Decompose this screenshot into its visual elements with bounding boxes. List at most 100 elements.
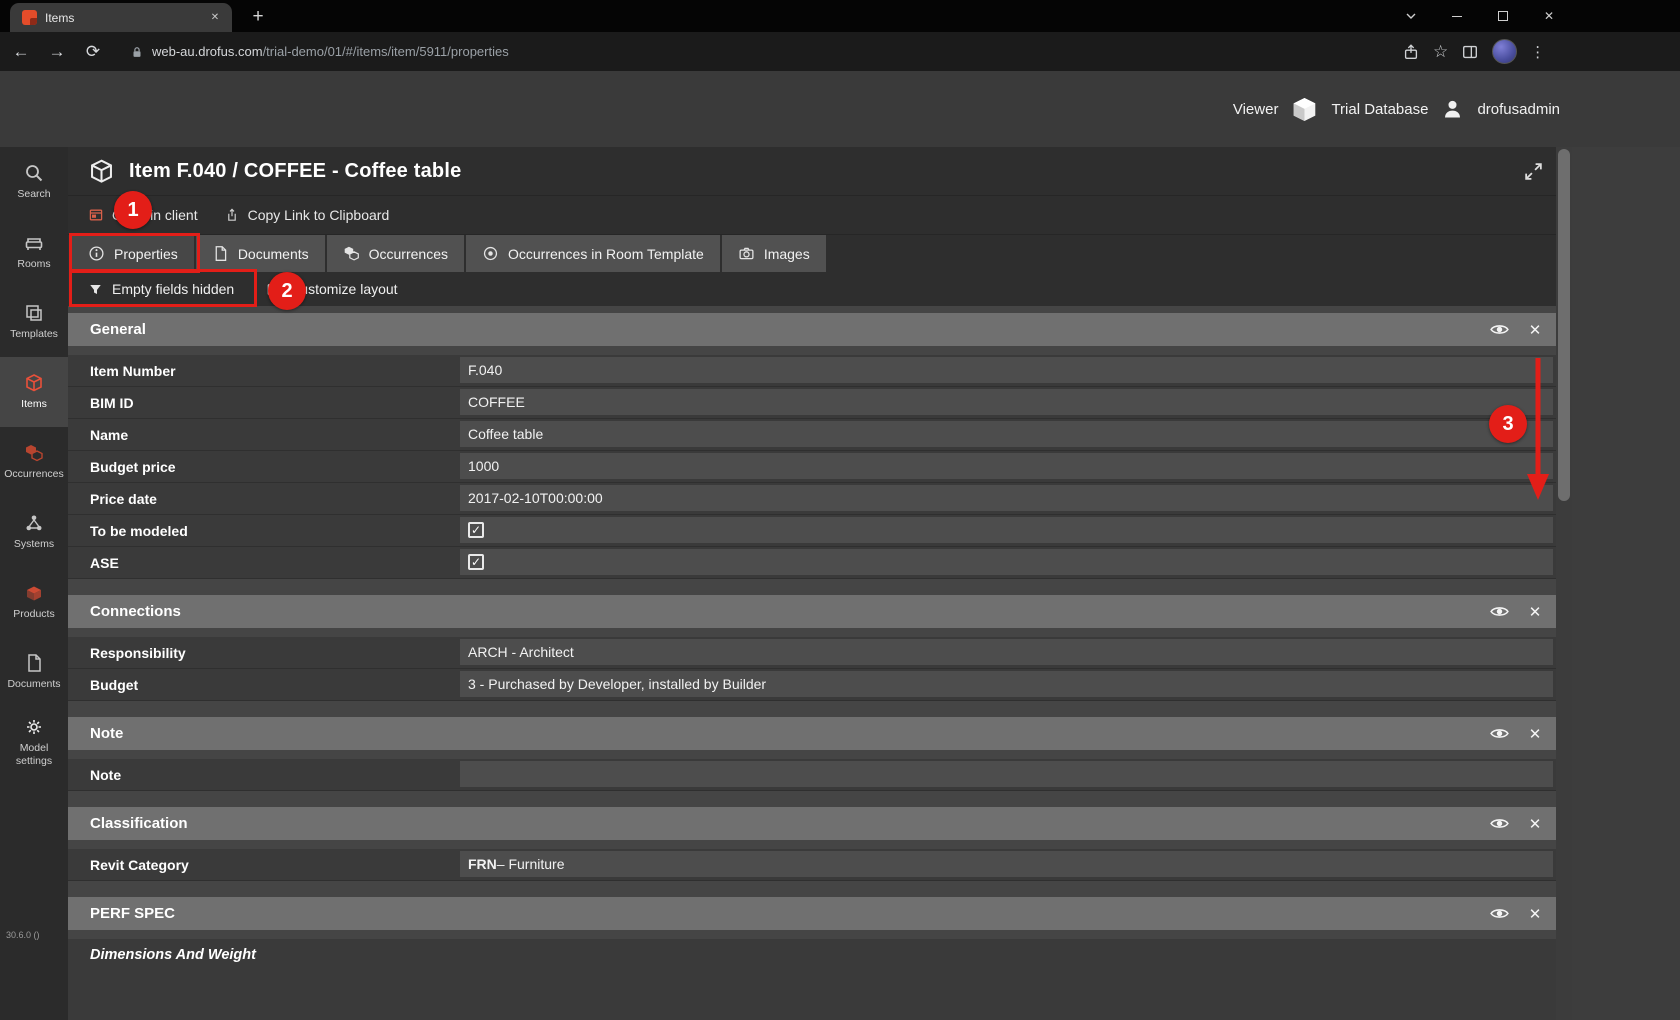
checkbox[interactable]: ✓ [468,554,484,570]
field-label: Name [90,427,128,443]
field-value[interactable]: 1000 [460,453,1553,479]
lock-icon[interactable] [130,44,144,60]
eye-icon[interactable] [1489,813,1510,834]
url-domain: web-au.drofus.com [152,44,263,59]
field-value[interactable]: ARCH - Architect [460,639,1553,665]
forward-button[interactable]: → [42,37,72,67]
browser-tab-bar: Items ✕ + ✕ [0,0,1680,32]
subsection-heading: Dimensions And Weight [68,939,1556,1020]
item-title: Item F.040 / COFFEE - Coffee table [129,160,1509,183]
viewer-cube-icon[interactable] [1291,96,1318,123]
section-rows: Dimensions And Weight [68,939,1556,1020]
sidebar-item-documents[interactable]: Documents [0,637,68,707]
tab-close-icon[interactable]: ✕ [207,10,223,26]
back-button[interactable]: ← [6,37,36,67]
browser-tab[interactable]: Items ✕ [10,3,232,32]
browser-menu-icon[interactable]: ⋮ [1530,43,1545,61]
eye-icon[interactable] [1489,601,1510,622]
sidebar-item-templates[interactable]: Templates [0,287,68,357]
user-icon[interactable] [1441,98,1464,121]
field-value[interactable]: FRN – Furniture [460,851,1553,877]
tab-occurrences-in-room-template[interactable]: Occurrences in Room Template [466,235,720,272]
field-label: To be modeled [90,523,188,539]
field-value[interactable]: 2017-02-10T00:00:00 [460,485,1553,511]
toolbar-right: ☆ ⋮ [1402,32,1545,71]
field-value[interactable]: COFFEE [460,389,1553,415]
tab-occurrences[interactable]: Occurrences [327,235,464,272]
url-path: /trial-demo/01/#/items/item/5911/propert… [263,44,509,59]
scrollbar-thumb[interactable] [1558,149,1570,501]
side-panel-icon[interactable] [1461,43,1479,61]
field-label: Note [90,767,121,783]
bookmark-star-icon[interactable]: ☆ [1433,43,1448,60]
checkbox[interactable]: ✓ [468,522,484,538]
field-value[interactable]: 3 - Purchased by Developer, installed by… [460,671,1553,697]
sidebar-item-rooms[interactable]: Rooms [0,217,68,287]
minimize-button[interactable] [1434,0,1480,32]
tab-label: Images [764,246,810,262]
close-section-icon[interactable]: ✕ [1526,905,1544,923]
close-button[interactable]: ✕ [1526,0,1572,32]
field-value[interactable]: F.040 [460,357,1553,383]
sidebar-item-occurrences[interactable]: Occurrences [0,427,68,497]
eye-icon[interactable] [1489,903,1510,924]
fullscreen-icon[interactable] [1523,161,1544,182]
tab-documents[interactable]: Documents [196,235,325,272]
reload-button[interactable]: ⟳ [78,37,108,67]
browser-profile-avatar[interactable] [1492,39,1517,64]
app-header: ‹ › Items Viewer Trial Database drofusad… [0,71,1680,147]
eye-icon[interactable] [1489,319,1510,340]
sidebar-item-label: Products [13,608,54,621]
field-value[interactable]: Coffee table [460,421,1553,447]
viewer-label: Viewer [1233,101,1279,118]
window-controls: ✕ [1388,0,1572,32]
sidebar: SearchRooms Templates Items Occurrences Syst… [0,147,68,1020]
version-label: 30.6.0 () [6,930,40,940]
section-title: Connections [90,603,1489,620]
vertical-scrollbar[interactable] [1556,147,1572,1020]
section-title: PERF SPEC [90,905,1489,922]
section-title: General [90,321,1489,338]
close-section-icon[interactable]: ✕ [1526,603,1544,621]
close-section-icon[interactable]: ✕ [1526,321,1544,339]
new-tab-button[interactable]: + [244,3,272,31]
eye-icon[interactable] [1489,723,1510,744]
database-label: Trial Database [1331,101,1428,118]
section-rows: ResponsibilityARCH - Architect Budget 3 - … [68,637,1556,701]
sidebar-item-label: Templates [10,328,58,341]
room-template-icon [482,245,499,262]
right-gutter [1572,147,1680,1020]
occurrence-icon [343,245,360,262]
field-row: BIM IDCOFFEE [68,387,1556,419]
copy-link-button[interactable]: Copy Link to Clipboard [224,207,390,223]
customize-layout-label: Customize layout [290,281,397,297]
item-header: Item F.040 / COFFEE - Coffee table [68,147,1556,196]
sidebar-item-label: Items [21,398,47,411]
section-perf-spec: PERF SPEC ✕ Dimensions And Weight [68,897,1556,1020]
username-label: drofusadmin [1477,101,1560,118]
section-title: Classification [90,815,1489,832]
field-value[interactable] [460,761,1553,787]
share-icon[interactable] [1402,43,1420,61]
field-row: ASE✓ [68,547,1556,579]
close-section-icon[interactable]: ✕ [1526,815,1544,833]
sidebar-item-search[interactable]: Search [0,147,68,217]
maximize-button[interactable] [1480,0,1526,32]
browser-toolbar: ← → ⟳ web-au.drofus.com/trial-demo/01/#/… [0,32,1680,71]
close-section-icon[interactable]: ✕ [1526,725,1544,743]
sidebar-item-systems[interactable]: Systems [0,497,68,567]
address-bar[interactable]: web-au.drofus.com/trial-demo/01/#/items/… [152,44,509,59]
sidebar-item-items[interactable]: Items [0,357,68,427]
sidebar-item-label: Documents [7,678,60,691]
sidebar-item-products[interactable]: Products [0,567,68,637]
sidebar-item-label: Systems [14,538,54,551]
field-row: ResponsibilityARCH - Architect [68,637,1556,669]
tab-images[interactable]: Images [722,235,826,272]
sidebar-item-model-settings[interactable]: Model settings [0,707,68,777]
templates-icon [24,303,44,323]
search-icon [24,163,44,183]
tab-search-icon[interactable] [1388,0,1434,32]
item-actions: Open in client Copy Link to Clipboard [68,196,1556,235]
field-label: Budget [90,677,138,693]
section-rows: Note [68,759,1556,791]
